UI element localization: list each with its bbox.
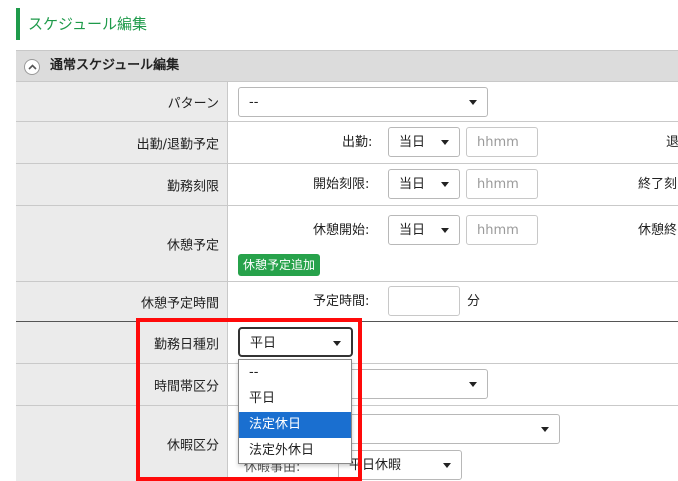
section-header[interactable]: 通常スケジュール編集 bbox=[16, 50, 678, 82]
dropdown-option[interactable]: 法定外休日 bbox=[239, 438, 351, 464]
dropdown-option[interactable]: -- bbox=[239, 360, 351, 386]
break-time-label: 予定時間: bbox=[313, 294, 370, 309]
start-day-select[interactable]: 当日 bbox=[388, 127, 460, 157]
section-title: 通常スケジュール編集 bbox=[50, 58, 180, 73]
workday-type-dropdown[interactable]: -- 平日 法定休日 法定外休日 bbox=[238, 359, 352, 464]
start-time-input[interactable]: hhmm bbox=[466, 127, 538, 157]
page-title: スケジュール編集 bbox=[16, 8, 147, 40]
chevron-down-icon bbox=[443, 463, 451, 468]
chevron-up-icon[interactable] bbox=[24, 59, 40, 75]
break-time-input[interactable] bbox=[388, 286, 460, 316]
row-label: 勤務刻限 bbox=[16, 164, 228, 205]
break-end-label: 休憩終 bbox=[638, 223, 678, 238]
row-work-limit: 勤務刻限 開始刻限: 当日 hhmm 終了刻 bbox=[16, 164, 678, 206]
start-limit-day-select[interactable]: 当日 bbox=[388, 169, 460, 199]
row-label: パターン bbox=[16, 82, 228, 121]
break-start-day-select[interactable]: 当日 bbox=[388, 215, 460, 245]
chevron-down-icon bbox=[541, 427, 549, 432]
row-label: 休暇区分 bbox=[16, 406, 228, 481]
end-label: 退 bbox=[666, 135, 678, 150]
row-label: 出勤/退勤予定 bbox=[16, 122, 228, 163]
chevron-down-icon bbox=[333, 341, 341, 346]
start-label: 出勤: bbox=[342, 135, 373, 150]
workday-type-select[interactable]: 平日 bbox=[238, 327, 353, 357]
break-time-unit: 分 bbox=[467, 294, 481, 309]
row-label: 休憩予定 bbox=[16, 206, 228, 281]
row-label: 休憩予定時間 bbox=[16, 282, 228, 321]
row-break-plan: 休憩予定 休憩開始: 当日 hhmm 休憩終 休憩予定追加 bbox=[16, 206, 678, 282]
end-limit-label: 終了刻 bbox=[638, 177, 678, 192]
leave-reason-select[interactable]: 平日休暇 bbox=[338, 450, 462, 480]
chevron-down-icon bbox=[441, 140, 449, 145]
row-break-time: 休憩予定時間 予定時間: 分 bbox=[16, 282, 678, 322]
pattern-select[interactable]: -- bbox=[238, 87, 488, 117]
chevron-down-icon bbox=[469, 382, 477, 387]
row-pattern: パターン -- bbox=[16, 82, 678, 122]
break-start-time-input[interactable]: hhmm bbox=[466, 215, 538, 245]
dropdown-option-selected[interactable]: 法定休日 bbox=[239, 412, 351, 438]
row-label: 時間帯区分 bbox=[16, 364, 228, 405]
chevron-down-icon bbox=[441, 182, 449, 187]
dropdown-option[interactable]: 平日 bbox=[239, 386, 351, 412]
chevron-down-icon bbox=[441, 228, 449, 233]
start-limit-time-input[interactable]: hhmm bbox=[466, 169, 538, 199]
chevron-down-icon bbox=[469, 100, 477, 105]
row-attendance: 出勤/退勤予定 出勤: 当日 hhmm 退 bbox=[16, 122, 678, 164]
row-label: 勤務日種別 bbox=[16, 322, 228, 363]
add-break-button[interactable]: 休憩予定追加 bbox=[238, 254, 321, 276]
break-start-label: 休憩開始: bbox=[313, 223, 370, 238]
row-workday-type: 勤務日種別 平日 bbox=[16, 322, 678, 364]
start-limit-label: 開始刻限: bbox=[313, 177, 370, 192]
